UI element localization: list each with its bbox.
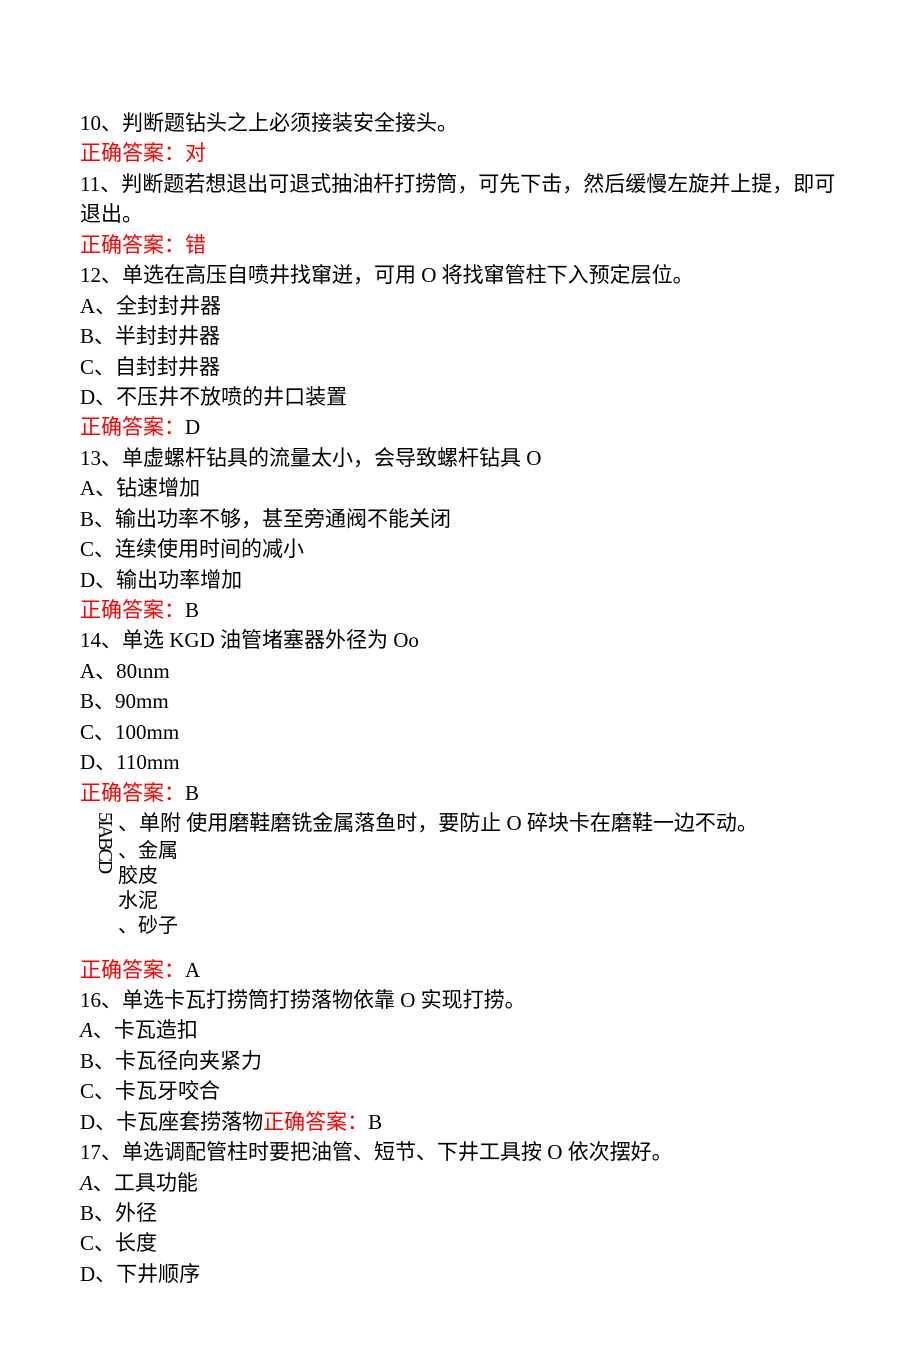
q15-stem-rest: 使用磨鞋磨铣金属落鱼时，要防止 O 碎块卡在磨鞋一边不动。 — [181, 811, 758, 835]
q15-stem: 、单附 使用磨鞋磨铣金属落鱼时，要防止 O 碎块卡在磨鞋一边不动。 — [118, 808, 758, 838]
q12-optC: C、自封封井器 — [80, 352, 840, 382]
q12-text: 12、单选在高压自喷井找窜迸，可用 O 将找窜管柱下入预定层位。 — [80, 260, 840, 290]
q17-optD: D、下井顺序 — [80, 1259, 840, 1289]
answer-label: 正确答案： — [80, 781, 185, 805]
q10-text: 10、判断题钻头之上必须接装安全接头。 — [80, 108, 840, 138]
q14-text: 14、单选 KGD 油管堵塞器外径为 Oo — [80, 625, 840, 655]
q16-optD: D、卡瓦座套捞落物 — [80, 1110, 263, 1134]
answer-label: 正确答案： — [80, 141, 185, 165]
answer-label: 正确答案： — [263, 1110, 368, 1134]
answer-label: 正确答案： — [80, 958, 185, 982]
q17-optC: C、长度 — [80, 1228, 840, 1258]
q11-answer: 正确答案：错 — [80, 230, 840, 260]
q10-answer: 正确答案：对 — [80, 138, 840, 168]
q12-answer: 正确答案：D — [80, 412, 840, 442]
q15-answer: 正确答案：A — [80, 955, 840, 985]
answer-value: 对 — [185, 141, 206, 165]
q14-optB: B、90mm — [80, 686, 840, 716]
q16-optB: B、卡瓦径向夹紧力 — [80, 1046, 840, 1076]
document-page: 10、判断题钻头之上必须接装安全接头。 正确答案：对 11、判断题若想退出可退式… — [0, 0, 920, 1349]
q15-optA: 、金属 — [118, 839, 758, 864]
q15-optD: 、砂子 — [118, 914, 758, 939]
answer-value: B — [185, 598, 199, 622]
q15-content: 、单附 使用磨鞋磨铣金属落鱼时，要防止 O 碎块卡在磨鞋一边不动。 、金属 胶皮… — [118, 808, 758, 938]
q16-optD-line: D、卡瓦座套捞落物正确答案：B — [80, 1107, 840, 1137]
answer-label: 正确答案： — [80, 598, 185, 622]
answer-label: 正确答案： — [80, 415, 185, 439]
q17-optA: A、工具功能 — [80, 1168, 840, 1198]
q13-optD: D、输出功率增加 — [80, 565, 840, 595]
q13-answer: 正确答案：B — [80, 595, 840, 625]
q16-text: 16、单选卡瓦打捞筒打捞落物依靠 O 实现打捞。 — [80, 985, 840, 1015]
q16-optA: A、卡瓦造扣 — [80, 1015, 840, 1045]
q16-optC: C、卡瓦牙咬合 — [80, 1076, 840, 1106]
q16-optA-rest: 、卡瓦造扣 — [93, 1018, 198, 1042]
answer-value: B — [185, 781, 199, 805]
q17-text: 17、单选调配管柱时要把油管、短节、下井工具按 O 依次摆好。 — [80, 1137, 840, 1167]
q12-optA: A、全封封井器 — [80, 291, 840, 321]
answer-label: 正确答案： — [80, 233, 185, 257]
q15-stem-prefix: 、单附 — [118, 811, 181, 835]
q12-optB: B、半封封井器 — [80, 321, 840, 351]
q17-optA-rest: 、工具功能 — [93, 1171, 198, 1195]
q14-optC: C、100mm — [80, 717, 840, 747]
q15-block: 5IABCD 、单附 使用磨鞋磨铣金属落鱼时，要防止 O 碎块卡在磨鞋一边不动。… — [80, 808, 840, 938]
q13-optA: A、钻速增加 — [80, 473, 840, 503]
q17-optA-letter: A — [80, 1171, 93, 1195]
q15-optC: 水泥 — [118, 889, 758, 914]
q14-answer: 正确答案：B — [80, 778, 840, 808]
answer-value: D — [185, 415, 200, 439]
q13-optC: C、连续使用时间的减小 — [80, 534, 840, 564]
q14-optD: D、110mm — [80, 747, 840, 777]
answer-value: 错 — [185, 233, 206, 257]
q11-text: 11、判断题若想退出可退式抽油杆打捞筒，可先下击，然后缓慢左旋并上提，即可退出。 — [80, 169, 840, 230]
q13-optB: B、输出功率不够，甚至旁通阀不能关闭 — [80, 504, 840, 534]
q14-optA: A、80ιnm — [80, 656, 840, 686]
q15-optB: 胶皮 — [118, 864, 758, 889]
q16-optA-letter: A — [80, 1018, 93, 1042]
answer-value: A — [185, 958, 200, 982]
spacer — [80, 939, 840, 955]
q13-text: 13、单虚螺杆钻具的流量太小，会导致螺杆钻具 O — [80, 443, 840, 473]
q12-optD: D、不压井不放喷的井口装置 — [80, 382, 840, 412]
answer-value: B — [368, 1110, 382, 1134]
q15-sideways-labels: 5IABCD — [80, 808, 118, 872]
q17-optB: B、外径 — [80, 1198, 840, 1228]
